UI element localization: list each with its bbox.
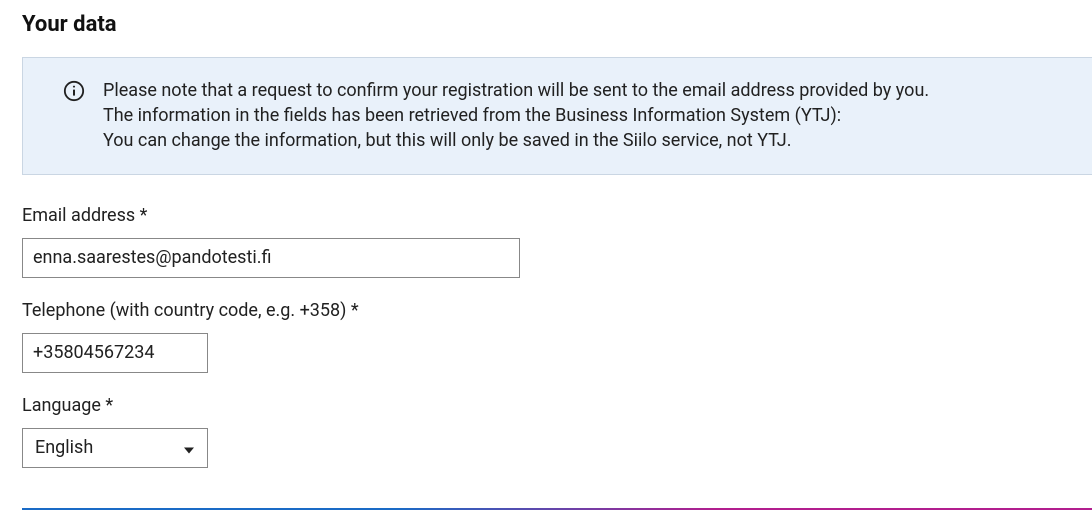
info-line-2: The information in the fields has been r… xyxy=(103,103,929,128)
info-notice: Please note that a request to confirm yo… xyxy=(22,57,1092,175)
info-line-3: You can change the information, but this… xyxy=(103,128,929,153)
language-select[interactable]: English xyxy=(22,428,208,468)
language-selected-value: English xyxy=(35,437,93,458)
info-icon xyxy=(63,80,85,102)
telephone-label: Telephone (with country code, e.g. +358)… xyxy=(22,300,1092,321)
email-label: Email address * xyxy=(22,205,1092,226)
info-line-1: Please note that a request to confirm yo… xyxy=(103,78,929,103)
email-field[interactable] xyxy=(22,238,520,278)
info-text: Please note that a request to confirm yo… xyxy=(103,78,929,154)
language-label: Language * xyxy=(22,395,1092,416)
section-title: Your data xyxy=(22,12,1092,37)
divider xyxy=(22,508,1092,510)
telephone-field[interactable] xyxy=(22,333,208,373)
